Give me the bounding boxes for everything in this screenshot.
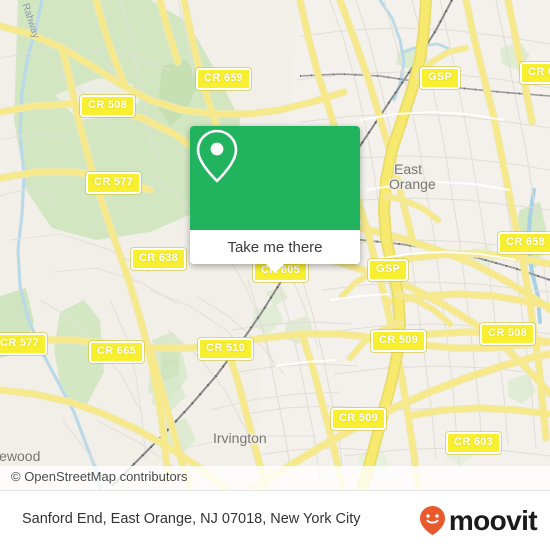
moovit-wordmark: moovit <box>448 504 538 536</box>
osm-attribution-text[interactable]: © OpenStreetMap contributors <box>11 469 188 484</box>
footer-bar: Sanford End, East Orange, NJ 07018, New … <box>0 490 550 551</box>
road-shield-label: CR 638 <box>139 252 179 264</box>
road-shield-label: CR 6 <box>528 66 550 78</box>
take-me-there-label: Take me there <box>227 238 323 256</box>
road-shield-label: CR 665 <box>97 345 137 357</box>
road-shield-cr509-south[interactable]: CR 509 <box>331 408 387 430</box>
road-shield-cr658[interactable]: CR 658 <box>498 232 550 254</box>
place-label-east-orange-line2: Orange <box>389 176 436 192</box>
screenshot-root: Rahway CR 659 GSP CR 6 CR 508 CR 577 CR … <box>0 0 550 551</box>
road-shield-gsp-north[interactable]: GSP <box>420 67 461 89</box>
address-text: Sanford End, East Orange, NJ 07018, New … <box>22 511 361 527</box>
road-shield-cr665[interactable]: CR 665 <box>89 341 145 363</box>
map-attribution-bar: © OpenStreetMap contributors <box>0 466 550 490</box>
road-shield-label: CR 603 <box>454 436 494 448</box>
popup-card-header <box>190 126 360 230</box>
road-shield-label: GSP <box>376 263 401 275</box>
road-shield-label: CR 659 <box>204 72 244 84</box>
road-shield-label: CR 577 <box>0 337 40 349</box>
road-shield-cr638[interactable]: CR 638 <box>131 248 187 270</box>
popup-card-tail <box>266 264 284 273</box>
map-pin-icon <box>196 129 238 183</box>
road-shield-label: CR 577 <box>94 176 134 188</box>
road-shield-label: CR 508 <box>88 99 128 111</box>
road-shield-label: CR 509 <box>379 334 419 346</box>
road-shield-label: CR 508 <box>488 327 528 339</box>
map-canvas[interactable]: Rahway CR 659 GSP CR 6 CR 508 CR 577 CR … <box>0 0 550 490</box>
place-label-east-orange-line1: East <box>394 161 423 177</box>
road-shield-cr577-north[interactable]: CR 577 <box>86 172 142 194</box>
road-shield-cr577-west[interactable]: CR 577 <box>0 333 48 355</box>
road-shield-gsp-south[interactable]: GSP <box>368 259 409 281</box>
road-shield-label: CR 658 <box>506 236 546 248</box>
place-label-irvington: Irvington <box>213 430 267 446</box>
road-shield-cr603[interactable]: CR 603 <box>446 432 502 454</box>
location-popup-card[interactable]: Take me there <box>190 126 360 273</box>
road-shield-label: CR 510 <box>206 342 246 354</box>
road-shield-cr508-north[interactable]: CR 508 <box>80 95 136 117</box>
road-shield-cr508-east[interactable]: CR 508 <box>480 323 536 345</box>
road-shield-cr659[interactable]: CR 659 <box>196 68 252 90</box>
place-label-maplewood-clipped: lewood <box>0 448 41 464</box>
moovit-smiley-pin-icon <box>419 506 445 535</box>
road-shield-cr510[interactable]: CR 510 <box>198 338 254 360</box>
road-shield-cr6-clipped[interactable]: CR 6 <box>520 62 550 84</box>
road-shield-cr509-east[interactable]: CR 509 <box>371 330 427 352</box>
popup-card-footer[interactable]: Take me there <box>190 230 360 264</box>
road-shield-label: GSP <box>428 71 453 83</box>
road-shield-label: CR 509 <box>339 412 379 424</box>
moovit-logo[interactable]: moovit <box>419 504 538 536</box>
